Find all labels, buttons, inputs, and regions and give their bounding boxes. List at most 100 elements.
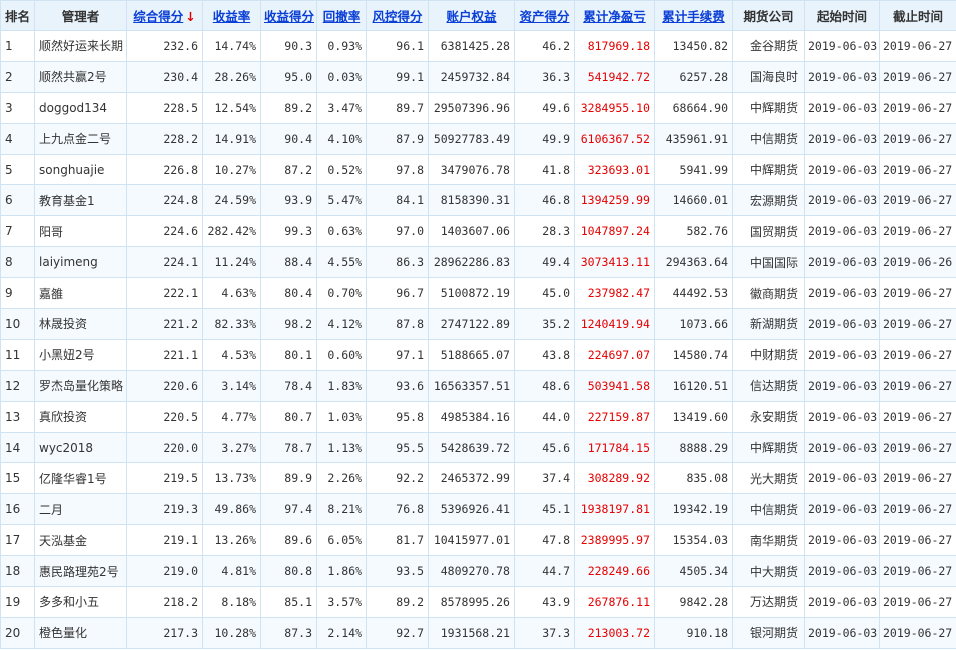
cell-asset-score: 46.2 [514, 30, 575, 62]
cell-start: 2019-06-03 [804, 184, 880, 217]
cell-manager: 阳哥 [34, 215, 127, 248]
cell-company: 中辉期货 [732, 91, 805, 124]
cell-end: 2019-06-27 [879, 400, 956, 433]
cell-risk-score: 96.1 [366, 30, 429, 62]
cell-net-pnl: 323693.01 [574, 153, 655, 186]
col-start: 起始时间 [804, 0, 880, 31]
col-asset-score[interactable]: 资产得分 [514, 0, 575, 31]
col-risk-score[interactable]: 风控得分 [366, 0, 429, 31]
cell-drawdown: 1.03% [316, 400, 367, 433]
col-company: 期货公司 [732, 0, 805, 31]
cell-net-pnl: 1047897.24 [574, 215, 655, 248]
cell-rank: 4 [0, 122, 35, 155]
cell-manager: 教育基金1 [34, 184, 127, 217]
cell-drawdown: 2.14% [316, 616, 367, 649]
cell-company: 光大期货 [732, 462, 805, 495]
cell-total-score: 217.3 [126, 616, 203, 649]
ranking-table: 排名 管理者 综合得分 ↓ 收益率 收益得分 回撤率 风控得分 账户权益 资产得分… [0, 0, 956, 649]
table-row: 9 嘉雒 222.1 4.63% 80.4 0.70% 96.7 5100872.19 45.0… [0, 277, 956, 310]
cell-rank: 5 [0, 153, 35, 186]
col-return-score[interactable]: 收益得分 [260, 0, 317, 31]
cell-asset-score: 37.4 [514, 462, 575, 495]
cell-manager: 小黑妞2号 [34, 338, 127, 371]
cell-net-pnl: 267876.11 [574, 586, 655, 618]
cell-start: 2019-06-03 [804, 586, 880, 618]
cell-net-pnl: 237982.47 [574, 277, 655, 310]
cell-return-score: 80.1 [260, 338, 317, 371]
cell-equity: 3479076.78 [428, 153, 515, 186]
table-row: 11 小黑妞2号 221.1 4.53% 80.1 0.60% 97.1 5188665.07… [0, 338, 956, 371]
cell-risk-score: 92.7 [366, 616, 429, 649]
cell-asset-score: 49.6 [514, 91, 575, 124]
cell-return-rate: 4.63% [202, 277, 261, 310]
cell-company: 国贸期货 [732, 215, 805, 248]
cell-fees: 44492.53 [654, 277, 733, 310]
table-row: 14 wyc2018 220.0 3.27% 78.7 1.13% 95.5 5428639.… [0, 431, 956, 464]
cell-return-score: 88.4 [260, 246, 317, 279]
cell-return-rate: 3.14% [202, 369, 261, 402]
cell-equity: 8158390.31 [428, 184, 515, 217]
cell-fees: 435961.91 [654, 122, 733, 155]
cell-drawdown: 3.57% [316, 586, 367, 618]
cell-drawdown: 3.47% [316, 91, 367, 124]
cell-asset-score: 45.6 [514, 431, 575, 464]
cell-fees: 582.76 [654, 215, 733, 248]
cell-start: 2019-06-03 [804, 400, 880, 433]
cell-fees: 5941.99 [654, 153, 733, 186]
cell-equity: 2459732.84 [428, 60, 515, 93]
cell-asset-score: 43.8 [514, 338, 575, 371]
cell-return-score: 78.4 [260, 369, 317, 402]
cell-rank: 16 [0, 493, 35, 526]
cell-return-score: 80.4 [260, 277, 317, 310]
cell-net-pnl: 2389995.97 [574, 524, 655, 557]
col-net-pnl[interactable]: 累计净盈亏 [574, 0, 655, 31]
table-row: 6 教育基金1 224.8 24.59% 93.9 5.47% 84.1 8158390.31… [0, 184, 956, 217]
col-drawdown[interactable]: 回撤率 [316, 0, 367, 31]
table-row: 18 惠民路理苑2号 219.0 4.81% 80.8 1.86% 93.5 4809270.… [0, 555, 956, 588]
cell-risk-score: 95.5 [366, 431, 429, 464]
cell-rank: 17 [0, 524, 35, 557]
cell-drawdown: 4.10% [316, 122, 367, 155]
cell-asset-score: 28.3 [514, 215, 575, 248]
cell-manager: 多多和小五 [34, 586, 127, 618]
cell-fees: 13450.82 [654, 30, 733, 62]
cell-start: 2019-06-03 [804, 555, 880, 588]
col-equity[interactable]: 账户权益 [428, 0, 515, 31]
cell-risk-score: 89.2 [366, 586, 429, 618]
cell-rank: 13 [0, 400, 35, 433]
cell-asset-score: 49.9 [514, 122, 575, 155]
cell-return-rate: 8.18% [202, 586, 261, 618]
cell-drawdown: 5.47% [316, 184, 367, 217]
table-row: 4 上九点金二号 228.2 14.91% 90.4 4.10% 87.9 50927783.… [0, 122, 956, 155]
cell-end: 2019-06-27 [879, 369, 956, 402]
cell-asset-score: 43.9 [514, 586, 575, 618]
cell-drawdown: 0.70% [316, 277, 367, 310]
col-total-score[interactable]: 综合得分 ↓ [126, 0, 203, 31]
cell-start: 2019-06-03 [804, 431, 880, 464]
cell-total-score: 228.5 [126, 91, 203, 124]
cell-equity: 8578995.26 [428, 586, 515, 618]
cell-equity: 5428639.72 [428, 431, 515, 464]
cell-company: 中辉期货 [732, 431, 805, 464]
cell-manager: 林晟投资 [34, 308, 127, 340]
cell-equity: 28962286.83 [428, 246, 515, 279]
cell-drawdown: 1.83% [316, 369, 367, 402]
cell-start: 2019-06-03 [804, 462, 880, 495]
cell-end: 2019-06-26 [879, 246, 956, 279]
col-return-rate[interactable]: 收益率 [202, 0, 261, 31]
cell-risk-score: 97.8 [366, 153, 429, 186]
col-fees[interactable]: 累计手续费 [654, 0, 733, 31]
cell-risk-score: 99.1 [366, 60, 429, 93]
cell-equity: 10415977.01 [428, 524, 515, 557]
cell-fees: 19342.19 [654, 493, 733, 526]
cell-net-pnl: 1394259.99 [574, 184, 655, 217]
cell-return-rate: 4.77% [202, 400, 261, 433]
cell-return-rate: 28.26% [202, 60, 261, 93]
cell-total-score: 226.8 [126, 153, 203, 186]
cell-total-score: 230.4 [126, 60, 203, 93]
cell-total-score: 228.2 [126, 122, 203, 155]
cell-end: 2019-06-27 [879, 184, 956, 217]
cell-risk-score: 87.9 [366, 122, 429, 155]
cell-drawdown: 0.93% [316, 30, 367, 62]
cell-drawdown: 1.13% [316, 431, 367, 464]
